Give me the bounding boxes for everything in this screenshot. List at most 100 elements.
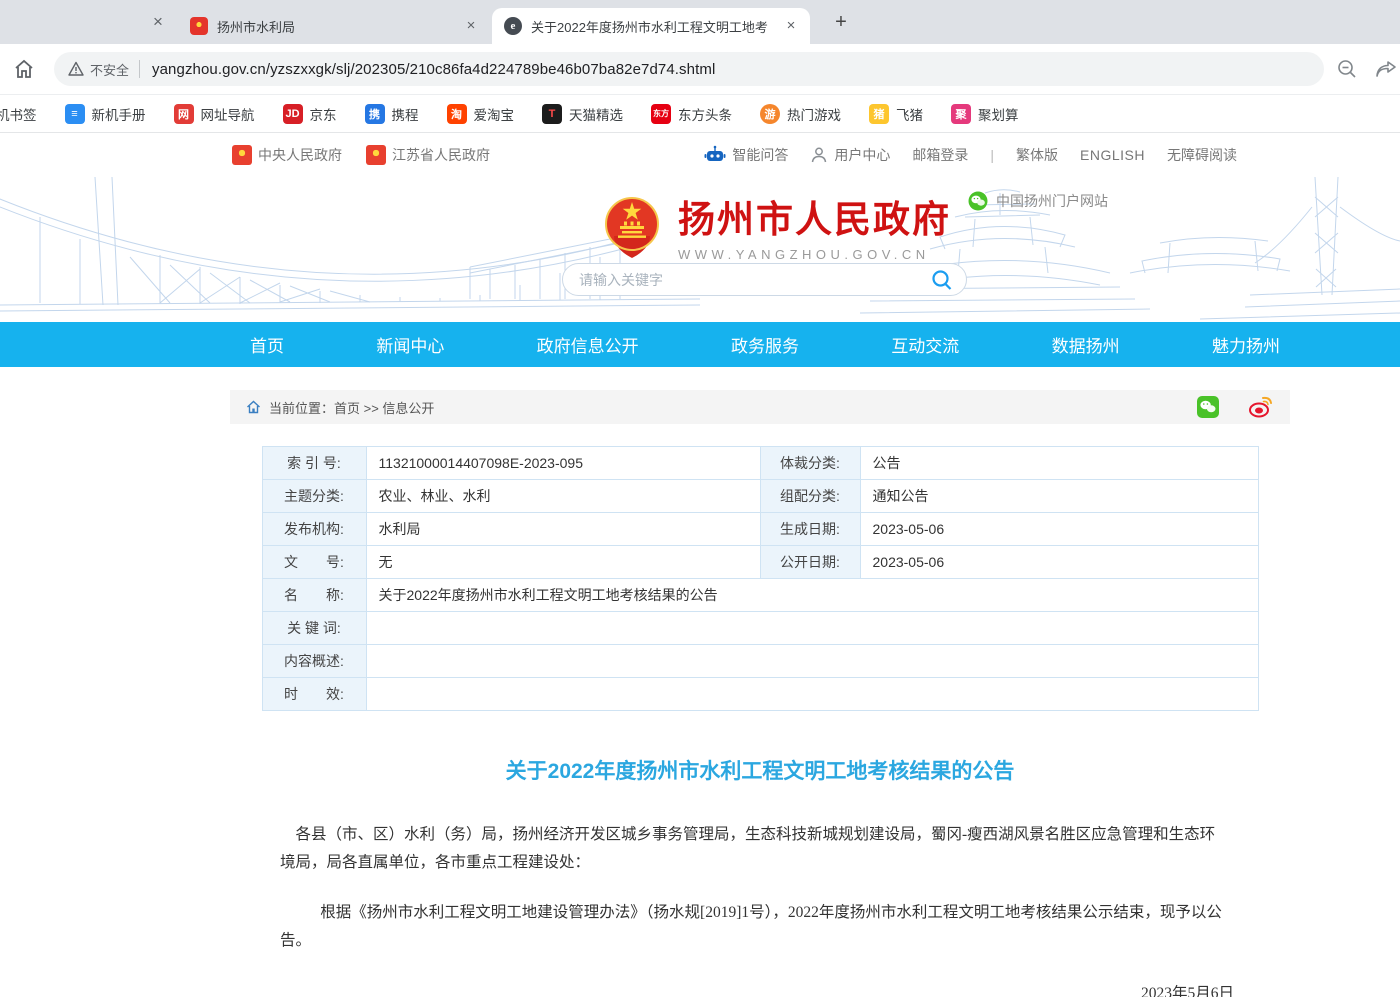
bookmark-item[interactable]: 网 网址导航	[174, 104, 255, 124]
meta-value	[366, 612, 1258, 645]
table-row: 文 号: 无 公开日期: 2023-05-06	[262, 546, 1258, 579]
bookmark-item[interactable]: 机书签	[0, 104, 37, 124]
browser-toolbar: 不安全 yangzhou.gov.cn/yzszxxgk/slj/202305/…	[0, 44, 1400, 95]
meta-label: 内容概述:	[262, 645, 366, 678]
share-weibo-icon[interactable]	[1248, 395, 1274, 419]
meta-label: 关 键 词:	[262, 612, 366, 645]
meta-value: 关于2022年度扬州市水利工程文明工地考核结果的公告	[366, 579, 1258, 612]
not-secure-warning-icon	[68, 61, 84, 77]
meta-label: 索 引 号:	[262, 447, 366, 480]
bookmark-label: 机书签	[0, 104, 37, 124]
tab-title: 扬州市水利局	[217, 17, 454, 36]
taobao-favicon-icon: 淘	[447, 104, 467, 124]
meta-label: 发布机构:	[262, 513, 366, 546]
site-search	[562, 263, 967, 296]
user-center-link[interactable]: 用户中心	[810, 145, 890, 165]
meta-label: 文 号:	[262, 546, 366, 579]
share-wechat-icon[interactable]	[1196, 395, 1220, 419]
main-nav: 首页 新闻中心 政府信息公开 政务服务 互动交流 数据扬州 魅力扬州	[0, 322, 1400, 367]
site-brand[interactable]: 扬州市人民政府 WWW.YANGZHOU.GOV.CN	[600, 189, 951, 262]
gov-link-label: 中央人民政府	[258, 145, 342, 165]
link-central-government[interactable]: 中央人民政府	[232, 145, 342, 165]
bookmark-label: 京东	[310, 104, 337, 124]
breadcrumb-home-icon[interactable]	[246, 400, 261, 414]
nav-item-interaction[interactable]: 互动交流	[891, 332, 959, 357]
toutiao-favicon-icon: 东方	[651, 104, 671, 124]
meta-value	[366, 645, 1258, 678]
omnibox-divider	[139, 60, 140, 78]
meta-label: 组配分类:	[760, 480, 860, 513]
article-title: 关于2022年度扬州市水利工程文明工地考核结果的公告	[230, 755, 1290, 785]
meta-value: 2023-05-06	[860, 513, 1258, 546]
traditional-chinese-link[interactable]: 繁体版	[1016, 145, 1058, 165]
share-icon[interactable]	[1374, 58, 1398, 80]
portal-tag[interactable]: 中国扬州门户网站	[968, 191, 1108, 211]
bookmark-item[interactable]: 淘 爱淘宝	[447, 104, 515, 124]
juhuasuan-favicon-icon: 聚	[951, 104, 971, 124]
bookmark-item[interactable]: 猪 飞猪	[869, 104, 923, 124]
games-favicon-icon: 游	[760, 104, 780, 124]
nav-item-info-disclosure[interactable]: 政府信息公开	[537, 332, 639, 357]
article-date: 2023年5月6日	[230, 981, 1290, 997]
bookmark-item[interactable]: T 天猫精选	[542, 104, 623, 124]
link-jiangsu-government[interactable]: 江苏省人民政府	[366, 145, 490, 165]
site-nav-favicon-icon: 网	[174, 104, 194, 124]
tab-yangzhou-water-bureau[interactable]: 扬州市水利局 ×	[178, 8, 490, 44]
ctrip-favicon-icon: 携	[365, 104, 385, 124]
nav-item-home[interactable]: 首页	[250, 332, 284, 357]
nav-item-services[interactable]: 政务服务	[731, 332, 799, 357]
accessibility-link[interactable]: 无障碍阅读	[1167, 145, 1237, 165]
bookmark-label: 新机手册	[92, 104, 146, 124]
bookmark-item[interactable]: 聚 聚划算	[951, 104, 1019, 124]
nav-item-data[interactable]: 数据扬州	[1052, 332, 1120, 357]
search-icon[interactable]	[930, 268, 954, 292]
bookmark-item[interactable]: ≡ 新机手册	[65, 104, 146, 124]
nav-item-news[interactable]: 新闻中心	[376, 332, 444, 357]
breadcrumb: 当前位置：首页 >> 信息公开	[230, 390, 1290, 424]
tab-close-icon[interactable]: ×	[462, 17, 480, 35]
meta-value: 无	[366, 546, 760, 579]
robot-icon	[704, 145, 726, 165]
meta-value	[366, 678, 1258, 711]
bookmark-label: 爱淘宝	[474, 104, 515, 124]
bookmark-label: 飞猪	[896, 104, 923, 124]
smart-qa-link[interactable]: 智能问答	[704, 145, 788, 165]
browser-tab-strip: × 扬州市水利局 × e 关于2022年度扬州市水利工程文明工地考 × +	[0, 0, 1400, 44]
bookmark-item[interactable]: 东方 东方头条	[651, 104, 732, 124]
address-bar[interactable]: 不安全 yangzhou.gov.cn/yzszxxgk/slj/202305/…	[54, 52, 1324, 86]
bookmark-item[interactable]: JD 京东	[283, 104, 337, 124]
mail-login-link[interactable]: 邮箱登录	[912, 145, 968, 165]
fliggy-favicon-icon: 猪	[869, 104, 889, 124]
bookmark-label: 携程	[392, 104, 419, 124]
english-link[interactable]: ENGLISH	[1080, 147, 1145, 163]
url-text[interactable]: yangzhou.gov.cn/yzszxxgk/slj/202305/210c…	[152, 61, 715, 78]
page-content: 当前位置：首页 >> 信息公开	[0, 390, 1400, 997]
search-input[interactable]	[579, 272, 930, 288]
site-domain: WWW.YANGZHOU.GOV.CN	[678, 247, 951, 262]
table-row: 发布机构: 水利局 生成日期: 2023-05-06	[262, 513, 1258, 546]
zoom-out-icon[interactable]	[1336, 58, 1358, 80]
tab-close-icon[interactable]: ×	[782, 17, 800, 35]
meta-value: 11321000014407098E-2023-095	[366, 447, 760, 480]
topbar-divider: |	[990, 147, 994, 163]
nav-item-charm[interactable]: 魅力扬州	[1212, 332, 1280, 357]
bookmark-item[interactable]: 携 携程	[365, 104, 419, 124]
gov-link-label: 江苏省人民政府	[392, 145, 490, 165]
bookmark-item[interactable]: 游 热门游戏	[760, 104, 841, 124]
gov-emblem-favicon-icon	[190, 17, 208, 35]
tab-close-icon[interactable]: ×	[148, 12, 168, 32]
breadcrumb-text[interactable]: 当前位置：首页 >> 信息公开	[269, 398, 1196, 417]
new-tab-button[interactable]: +	[828, 10, 854, 36]
meta-value: 水利局	[366, 513, 760, 546]
table-row: 关 键 词:	[262, 612, 1258, 645]
bookmark-label: 东方头条	[678, 104, 732, 124]
toolbar-right-icons	[1336, 58, 1398, 80]
user-icon	[810, 146, 828, 164]
manual-favicon-icon: ≡	[65, 104, 85, 124]
meta-label: 公开日期:	[760, 546, 860, 579]
table-row: 索 引 号: 11321000014407098E-2023-095 体裁分类:…	[262, 447, 1258, 480]
security-status-label: 不安全	[90, 60, 129, 79]
home-icon[interactable]	[12, 57, 36, 81]
meta-value: 农业、林业、水利	[366, 480, 760, 513]
tab-announcement-active[interactable]: e 关于2022年度扬州市水利工程文明工地考 ×	[492, 8, 810, 44]
